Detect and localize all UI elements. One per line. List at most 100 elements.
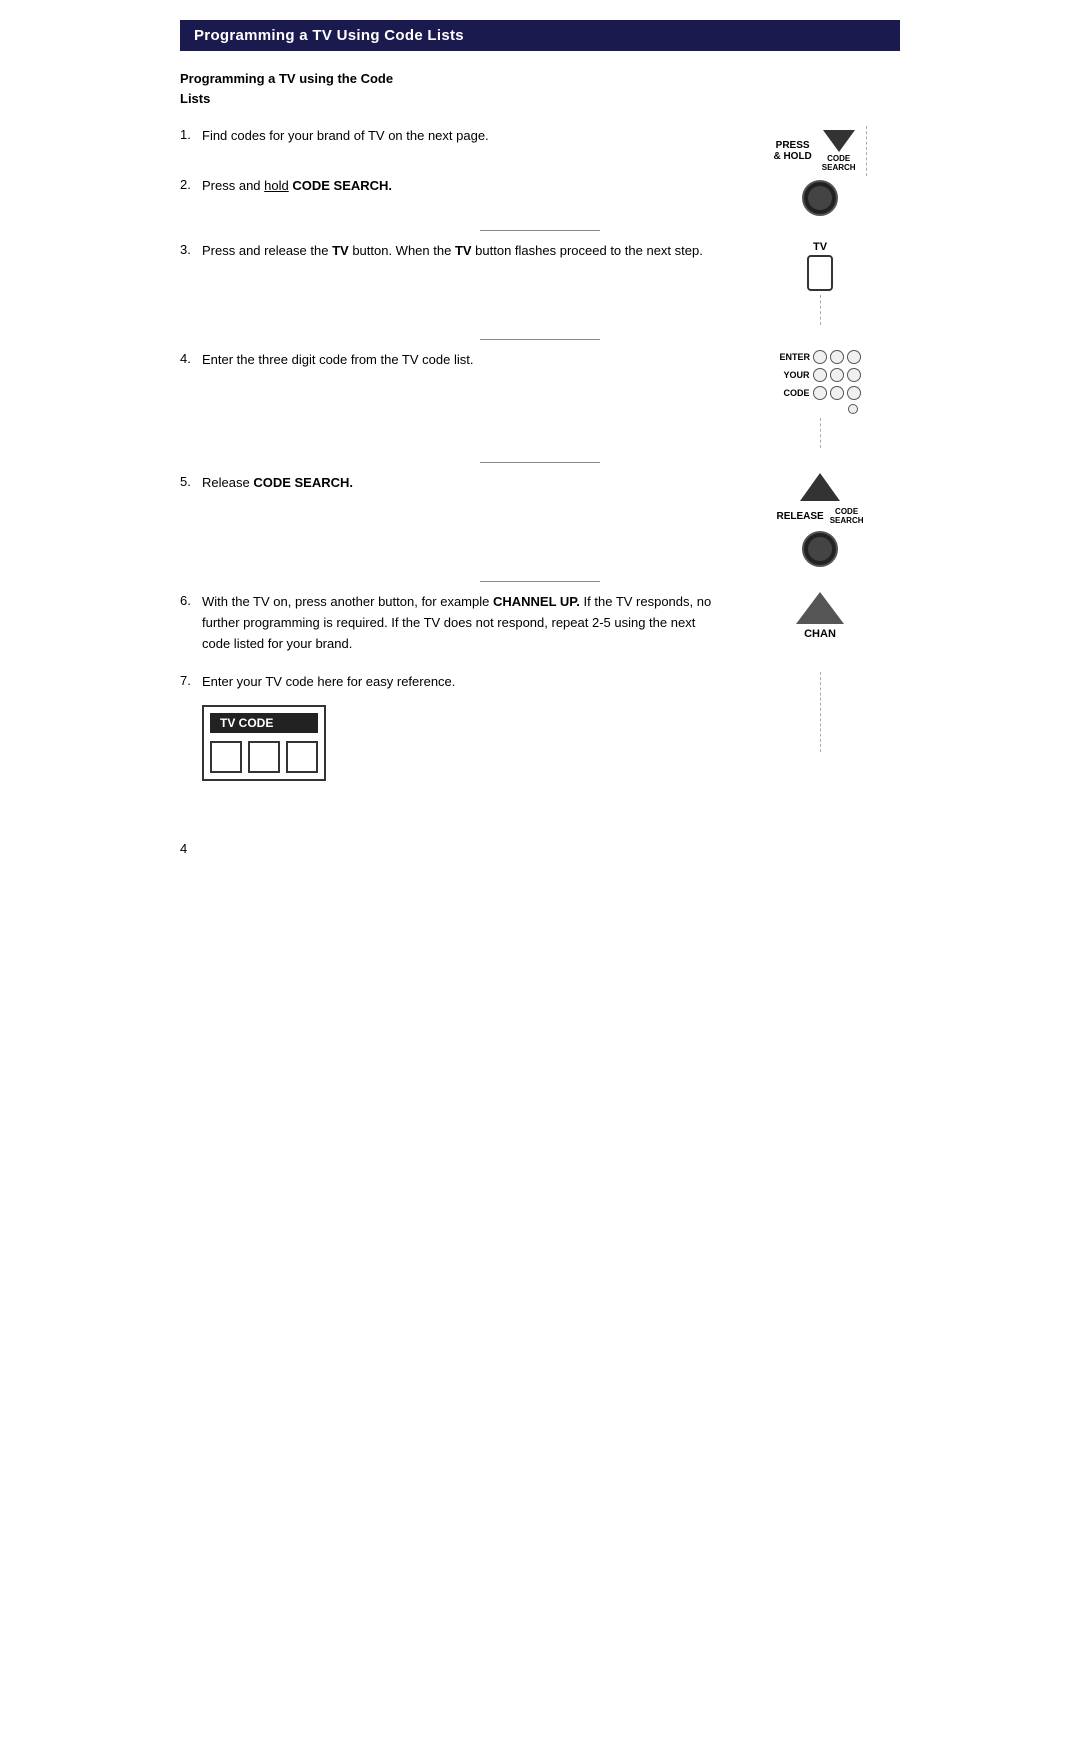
step-2-row: 2. Press and hold CODE SEARCH. [180,176,900,220]
key-9 [847,386,861,400]
step-7-visual [740,672,900,752]
step-6-text-area: 6. With the TV on, press another button,… [180,592,740,658]
step-4: 4. Enter the three digit code from the T… [180,350,725,371]
step-4-text-area: 4. Enter the three digit code from the T… [180,350,740,375]
step-7-text-area: 7. Enter your TV code here for easy refe… [180,672,740,781]
step-5-row: 5. Release CODE SEARCH. RELEASE CODE SEA… [180,473,900,571]
side-dotted-line [866,126,867,176]
release-label: RELEASE [776,511,823,522]
tv-code-title: TV CODE [210,713,318,733]
digit-1 [210,741,242,773]
key-1 [813,350,827,364]
step-7-row: 7. Enter your TV code here for easy refe… [180,672,900,781]
digit-2 [248,741,280,773]
down-arrow-group: CODE SEARCH [822,130,856,172]
keypad-your-row: YOUR [780,368,861,382]
code-search-button-visual [802,180,838,216]
step-5-text-area: 5. Release CODE SEARCH. [180,473,740,498]
chan-group: CHAN [796,592,844,640]
step-5-visual: RELEASE CODE SEARCH [740,473,900,571]
tv-bold-1: TV [332,243,349,258]
step-5-number: 5. [180,473,202,494]
step-1-content: Find codes for your brand of TV on the n… [202,126,725,147]
step-4-number: 4. [180,350,202,371]
divider-2 [480,339,600,340]
code-search-bold: CODE SEARCH. [292,178,392,193]
tv-code-container: TV CODE [202,705,725,781]
key-2 [830,350,844,364]
press-hold-labels: PRESS & HOLD [773,140,811,162]
hold-underline: hold [264,178,289,193]
down-arrow-icon [823,130,855,152]
step-2-content: Press and hold CODE SEARCH. [202,176,725,197]
release-group: RELEASE CODE SEARCH [776,473,863,571]
step-1: 1. Find codes for your brand of TV on th… [180,126,725,147]
step-4-row: 4. Enter the three digit code from the T… [180,350,900,452]
code-search-step1-label: CODE SEARCH [822,154,856,172]
side-dotted-line-2 [820,295,821,325]
page-title: Programming a TV Using Code Lists [194,27,464,44]
keypad-code-row: CODE [780,386,861,400]
step-5: 5. Release CODE SEARCH. [180,473,725,494]
enter-label: ENTER [780,352,810,362]
step-6: 6. With the TV on, press another button,… [180,592,725,654]
keypad-group: ENTER YOUR CODE [780,350,861,414]
step-3-visual: TV [740,241,900,329]
tv-rect-button [807,255,833,291]
divider-3 [480,462,600,463]
step-6-content: With the TV on, press another button, fo… [202,592,725,654]
divider-4 [480,581,600,582]
step-1-number: 1. [180,126,202,147]
step-7-content: Enter your TV code here for easy referen… [202,672,725,693]
step-2: 2. Press and hold CODE SEARCH. [180,176,725,197]
step-4-visual: ENTER YOUR CODE [740,350,900,452]
circle-btn-inner [808,186,832,210]
step-6-row: 6. With the TV on, press another button,… [180,592,900,658]
chan-up-arrow-icon [796,592,844,624]
code-label: CODE [780,388,810,398]
key-8 [830,386,844,400]
key-7 [813,386,827,400]
step-3-text-area: 3. Press and release the TV button. When… [180,241,740,266]
release-circle-btn [802,531,838,567]
step-3-row: 3. Press and release the TV button. When… [180,241,900,329]
channel-up-bold: CHANNEL UP. [493,594,580,609]
step-3-content: Press and release the TV button. When th… [202,241,725,262]
key-6 [847,368,861,382]
step-7: 7. Enter your TV code here for easy refe… [180,672,725,693]
release-circle-inner [808,537,832,561]
release-labels: RELEASE CODE SEARCH [776,507,863,525]
up-arrow-icon [800,473,840,501]
step-5-content: Release CODE SEARCH. [202,473,725,494]
section-intro: Programming a TV using the Code Lists [180,69,900,108]
step-6-number: 6. [180,592,202,654]
key-4 [813,368,827,382]
step-3: 3. Press and release the TV button. When… [180,241,725,262]
key-3 [847,350,861,364]
side-dotted-line-3 [820,418,821,448]
step-1-row: 1. Find codes for your brand of TV on th… [180,126,900,176]
intro-line2: Lists [180,91,210,106]
code-search-5-label: CODE SEARCH [830,507,864,525]
key-dot [848,404,858,414]
divider-1 [480,230,600,231]
hold-label: & HOLD [773,151,811,162]
side-dotted-line-7 [820,672,821,752]
step-2-visual [740,176,900,220]
spacer-1 [180,658,900,672]
tv-bold-2: TV [455,243,472,258]
step-1-visual: PRESS & HOLD CODE SEARCH [740,126,900,176]
step-7-number: 7. [180,672,202,693]
chan-label: CHAN [804,628,836,640]
step-1-text-area: 1. Find codes for your brand of TV on th… [180,126,740,151]
intro-line1: Programming a TV using the Code [180,71,393,86]
key-5 [830,368,844,382]
code-search-5-bold: CODE SEARCH. [253,475,353,490]
tv-code-box: TV CODE [202,705,326,781]
step-6-visual: CHAN [740,592,900,640]
tv-button-group: TV [807,241,833,291]
press-hold-group: PRESS & HOLD CODE SEARCH [773,126,866,176]
digit-3 [286,741,318,773]
code-digits-row [210,741,318,773]
step-4-content: Enter the three digit code from the TV c… [202,350,725,371]
